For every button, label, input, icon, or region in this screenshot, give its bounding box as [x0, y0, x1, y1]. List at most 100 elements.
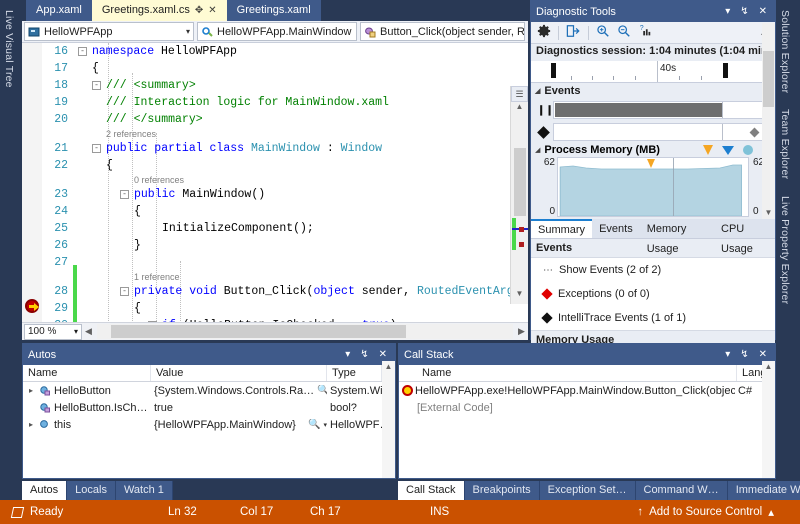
- chevron-down-icon[interactable]: ▾: [722, 6, 733, 17]
- intellitrace-events-lane[interactable]: [553, 123, 763, 141]
- zoom-level-dropdown[interactable]: 100 % ▾: [24, 323, 82, 340]
- value-viewer-icon[interactable]: 🔍: [317, 385, 327, 396]
- add-to-source-control-button[interactable]: ↑ Add to Source Control ▴: [637, 505, 774, 519]
- scroll-right-arrow-icon[interactable]: ▶: [515, 326, 528, 337]
- code-lens-reference[interactable]: 2 references: [78, 128, 156, 140]
- tab-watch-1[interactable]: Watch 1: [115, 481, 173, 500]
- expander-triangle-icon[interactable]: ◢: [535, 146, 540, 154]
- diagnostics-timeline[interactable]: 40s: [531, 61, 775, 83]
- code-line[interactable]: -/// <summary>: [78, 77, 528, 94]
- process-memory-plot[interactable]: [557, 157, 749, 217]
- tab-greetings-xaml[interactable]: Greetings.xaml: [226, 0, 321, 21]
- sidebar-item-live-property-explorer[interactable]: Live Property Explorer: [776, 190, 794, 310]
- code-line[interactable]: {: [78, 300, 528, 317]
- code-text-area[interactable]: 1617181920 2122 2324252627 282930313233 …: [22, 43, 528, 322]
- events-section-header[interactable]: ◢ Events: [531, 83, 775, 99]
- column-header-value[interactable]: Value: [151, 365, 327, 381]
- table-row[interactable]: HelloButton.IsCh… true bool?: [23, 399, 395, 416]
- column-header-type[interactable]: Type: [327, 365, 382, 381]
- collapse-toggle-icon[interactable]: -: [92, 144, 101, 153]
- code-line[interactable]: {: [78, 203, 528, 220]
- class-dropdown[interactable]: HelloWPFApp.MainWindow ▾: [197, 22, 357, 41]
- tab-autos[interactable]: Autos: [22, 481, 68, 500]
- collapse-toggle-icon[interactable]: -: [120, 287, 129, 296]
- collapse-toggle-icon[interactable]: -: [120, 190, 129, 199]
- code-line[interactable]: - private void Button_Click(object sender…: [78, 283, 528, 300]
- chevron-down-icon[interactable]: ▾: [342, 349, 353, 360]
- code-lens-reference[interactable]: 1 reference: [78, 271, 180, 283]
- tab-summary[interactable]: Summary: [531, 219, 593, 238]
- current-statement-breakpoint-icon[interactable]: [25, 299, 39, 313]
- export-icon[interactable]: [566, 24, 581, 41]
- tab-exception-settings[interactable]: Exception Set…: [539, 481, 636, 500]
- zoom-in-icon[interactable]: [596, 24, 610, 41]
- event-marker-icon[interactable]: [749, 127, 760, 138]
- scroll-down-arrow-icon[interactable]: ▼: [762, 208, 775, 217]
- code-line[interactable]: InitializeComponent();: [78, 220, 528, 237]
- chevron-down-icon[interactable]: ▾: [722, 349, 733, 360]
- code-lens-reference[interactable]: 0 references: [78, 174, 184, 186]
- value-viewer-icon[interactable]: 🔍: [308, 419, 320, 430]
- zoom-out-icon[interactable]: [617, 24, 631, 41]
- editor-vertical-scrollbar[interactable]: ☰ ▲ ▼: [510, 86, 528, 304]
- sidebar-item-team-explorer[interactable]: Team Explorer: [776, 103, 794, 185]
- tab-memory-usage[interactable]: Memory Usage: [640, 219, 714, 255]
- code-line[interactable]: - namespace HelloWPFApp: [78, 43, 528, 60]
- code-lines[interactable]: - namespace HelloWPFApp{-/// <summary>///…: [78, 43, 528, 322]
- process-memory-header[interactable]: ◢ Process Memory (MB): [531, 143, 775, 157]
- close-icon[interactable]: ✕: [376, 349, 390, 360]
- pin-icon[interactable]: ↯: [737, 349, 751, 360]
- table-row[interactable]: ▸ HelloButton {System.Windows.Controls.R…: [23, 382, 395, 399]
- scrollbar-thumb[interactable]: [111, 325, 406, 338]
- pin-icon[interactable]: ↯: [737, 6, 751, 17]
- code-line[interactable]: - public partial class MainWindow : Windo…: [78, 140, 528, 157]
- list-item-intellitrace-events[interactable]: IntelliTrace Events (1 of 1): [531, 306, 775, 330]
- list-item-exceptions[interactable]: Exceptions (0 of 0): [531, 282, 775, 306]
- pin-icon[interactable]: ✥: [195, 0, 203, 21]
- break-events-lane[interactable]: [553, 101, 763, 119]
- tab-command-window[interactable]: Command W…: [635, 481, 728, 500]
- code-line[interactable]: [78, 254, 528, 271]
- member-dropdown[interactable]: Button_Click(object sender, Rou ▾: [360, 22, 525, 41]
- close-icon[interactable]: ✕: [756, 6, 770, 17]
- code-line[interactable]: /// Interaction logic for MainWindow.xam…: [78, 94, 528, 111]
- close-icon[interactable]: ✕: [208, 0, 216, 21]
- tab-locals[interactable]: Locals: [67, 481, 116, 500]
- table-row[interactable]: ▸ this {HelloWPFApp.MainWindow} 🔍 ▾ Hell…: [23, 416, 395, 433]
- call-stack-vertical-scrollbar[interactable]: ▲: [762, 361, 775, 478]
- scroll-up-arrow-icon[interactable]: ▲: [511, 102, 528, 117]
- split-view-handle[interactable]: ☰: [511, 86, 528, 102]
- sidebar-item-solution-explorer[interactable]: Solution Explorer: [776, 4, 794, 99]
- tab-call-stack[interactable]: Call Stack: [398, 481, 465, 500]
- scrollbar-thumb[interactable]: [514, 148, 526, 216]
- scroll-up-arrow-icon[interactable]: ▲: [382, 361, 395, 371]
- column-header-name[interactable]: Name: [417, 365, 737, 381]
- tab-breakpoints[interactable]: Breakpoints: [464, 481, 540, 500]
- tab-cpu-usage[interactable]: CPU Usage: [714, 219, 775, 255]
- timeline-range-end-handle[interactable]: [723, 63, 728, 78]
- scroll-left-arrow-icon[interactable]: ◀: [82, 326, 95, 337]
- tab-events[interactable]: Events: [592, 219, 640, 238]
- tab-greetings-xaml-cs[interactable]: Greetings.xaml.cs ✥ ✕: [91, 0, 227, 21]
- code-line[interactable]: - public MainWindow(): [78, 186, 528, 203]
- autos-vertical-scrollbar[interactable]: ▲: [382, 361, 395, 478]
- timeline-range-start-handle[interactable]: [551, 63, 556, 78]
- scrollbar-thumb[interactable]: [763, 51, 774, 107]
- row-expander-icon[interactable]: ▸: [26, 420, 36, 429]
- column-header-name[interactable]: Name: [23, 365, 151, 381]
- editor-horizontal-scrollbar[interactable]: [97, 324, 513, 339]
- close-icon[interactable]: ✕: [756, 349, 770, 360]
- collapse-toggle-icon[interactable]: -: [92, 81, 101, 90]
- code-line[interactable]: /// </summary>: [78, 111, 528, 128]
- breakpoint-glyph-margin[interactable]: [22, 43, 42, 322]
- project-dropdown[interactable]: HelloWPFApp ▾: [24, 22, 194, 41]
- pin-icon[interactable]: ↯: [357, 349, 371, 360]
- tab-immediate-window[interactable]: Immediate W…: [727, 481, 800, 500]
- tab-app-xaml[interactable]: App.xaml: [26, 0, 92, 21]
- help-chart-icon[interactable]: ?: [638, 24, 652, 41]
- code-line[interactable]: {: [78, 60, 528, 77]
- row-expander-icon[interactable]: ▸: [26, 386, 36, 395]
- scroll-down-arrow-icon[interactable]: ▼: [511, 289, 528, 304]
- list-item-show-events[interactable]: ⋯ Show Events (2 of 2): [531, 258, 775, 282]
- scroll-up-arrow-icon[interactable]: ▲: [762, 361, 775, 371]
